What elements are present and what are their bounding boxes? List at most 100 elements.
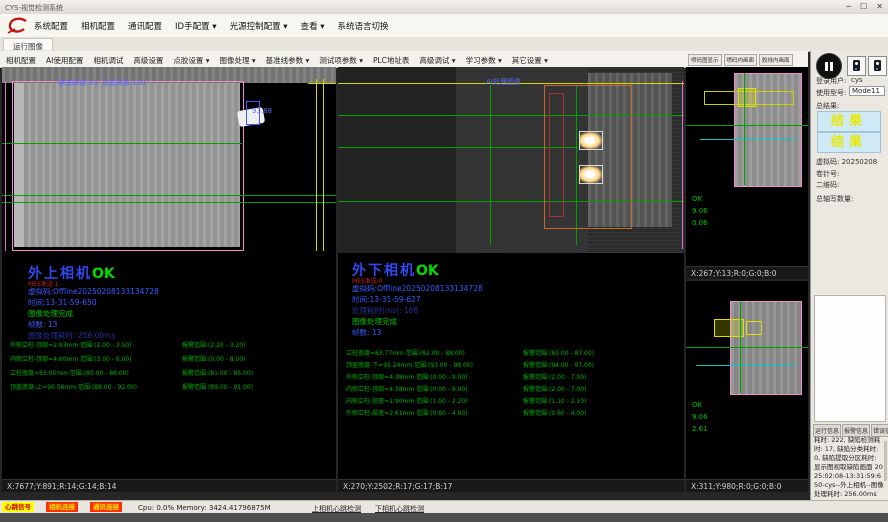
left-camera-panel: 静态阈值:93, 动态阈值:100 93.88 外上相机OK MES发送:1 虚… (2, 67, 336, 492)
comm-link-badge: 通讯连接 (90, 502, 122, 512)
probe-value-text: 93.88 (252, 107, 272, 115)
aux-tab-code-display[interactable]: 喷码图显示 (688, 54, 722, 66)
measure-row-alarm: 报警范围:(89.00 - 91.00) (182, 382, 253, 391)
green-measure-line (686, 347, 808, 348)
green-measure-line (490, 85, 491, 245)
cyan-measure-line (700, 139, 796, 140)
barcode-label: 虚拟码: 20250208 (816, 157, 877, 167)
result-list-box[interactable] (814, 295, 886, 422)
green-measure-line (2, 195, 336, 196)
tool-plc-address[interactable]: PLC地址表 (373, 55, 409, 66)
tool-image-processing[interactable]: 图像处理 ▾ (220, 55, 256, 66)
menu-item-light-config[interactable]: 光源控制配置 ▾ (230, 20, 288, 32)
aux-tab-code-view[interactable]: 喷码内画面 (724, 54, 758, 66)
left-camera-view[interactable]: 静态阈值:93, 动态阈值:100 93.88 (2, 67, 336, 253)
barcode-text: 虚拟码:Offline20250208133134728 (352, 283, 483, 294)
measure-row-alarm: 报警范围:(83.00 - 87.00) (523, 348, 594, 357)
defect-highlight-blob (579, 165, 603, 184)
tool-camera-config[interactable]: 相机配置 (6, 55, 36, 66)
menu-item-camera-config[interactable]: 相机配置 (81, 20, 115, 32)
green-measure-line (338, 147, 578, 148)
tool-ai-config[interactable]: AI使用配置 (46, 55, 83, 66)
menu-item-comm-config[interactable]: 通讯配置 (128, 20, 162, 32)
aux-top-panel: OK 9.06 0.06 X:267;Y:13;R:0;G:0;B:0 (686, 67, 808, 279)
process-status-text: 图像处理完成 (352, 316, 397, 327)
close-icon[interactable]: ✕ (876, 2, 883, 11)
aux-overlay-line: 9.06 (692, 413, 708, 421)
aux-overlay-line: OK (692, 401, 702, 409)
aux-view-header: 喷码图显示 喷码内画面 胶线内画面 (686, 51, 808, 68)
camera-icon (853, 60, 860, 71)
part-image-block (14, 83, 240, 247)
measure-row-alarm: 报警范围:(2.00 - 7.00) (523, 372, 586, 381)
frame-count-text: 帧数: 13 (28, 319, 57, 330)
log-text[interactable]: 耗时: 222, 缺陷检测耗时: 17, 缺陷分类耗时: 0, 缺陷提取分区耗时… (814, 436, 884, 499)
measure-row-alarm: 报警范围:(1.10 - 2.10) (523, 396, 586, 405)
model-input[interactable]: Mode11 (849, 86, 885, 96)
maximize-icon[interactable]: ☐ (860, 2, 867, 11)
pin-number-label: 卷针号: (816, 169, 839, 179)
tool-test-params[interactable]: 测试项参数 ▾ (319, 55, 363, 66)
aux-tab-glue-view[interactable]: 胶线内画面 (759, 54, 793, 66)
minimize-icon[interactable]: ─ (846, 2, 851, 11)
tool-advanced-debug[interactable]: 高级调试 ▾ (419, 55, 455, 66)
green-measure-line (338, 201, 684, 202)
menu-item-system-config[interactable]: 系统配置 (34, 20, 68, 32)
measure-row-text: 内侧立柱-胶宽=1.90mm 范围:(1.00 - 2.20) (346, 396, 468, 405)
tool-learn-params[interactable]: 学习参数 ▾ (466, 55, 502, 66)
tool-baseline-params[interactable]: 基准线参数 ▾ (266, 55, 310, 66)
measure-row-text: 立柱宽度=83.77mm 范围:(82.00 - 88.00) (346, 348, 465, 357)
pixel-coords-bar: X:311;Y:980;R:0;G:0;B:0 (686, 479, 808, 492)
defect-highlight-blob (579, 131, 603, 150)
total-count-label: 总轴写数量: (816, 194, 853, 204)
camera-snapshot-button-2[interactable] (868, 56, 887, 76)
aux-top-camera-view[interactable]: OK 9.06 0.06 (686, 67, 808, 266)
measure-row-alarm: 报警范围:(0.60 - 4.00) (523, 408, 586, 417)
result-ok-badge: OK (416, 263, 439, 279)
pixel-coords-bar: X:270;Y:2502;R:17;G:17;B:17 (338, 479, 684, 492)
measure-row-text: 内侧立柱-顶部=4.60mm 范围:(3.00 - 6.00) (10, 354, 132, 363)
toolbar-items: 相机配置 AI使用配置 相机调试 高级设置 点胶设置 ▾ 图像处理 ▾ 基准线参… (6, 55, 548, 66)
aux-bottom-camera-view[interactable]: OK 9.06 2.61 (686, 281, 808, 479)
yellow-guide-line (308, 83, 336, 84)
measure-row-text: 立柱宽度=83.05mm 范围:(80.00 - 86.00) (10, 368, 129, 377)
barcode-text: 虚拟码:Offline20250208133134728 (28, 286, 159, 297)
menu-item-view[interactable]: 查看 ▾ (301, 20, 325, 32)
green-measure-line (740, 301, 741, 393)
tool-advanced-settings[interactable]: 高级设置 (133, 55, 163, 66)
time-text: 时间:13-31-59-627 (352, 294, 421, 305)
camera-link-badge: 相机连接 (46, 502, 78, 512)
status-bar: 心跳信号 相机连接 通讯连接 Cpu: 0.0% Memory: 3424.41… (0, 500, 888, 514)
center-camera-view[interactable]: AI处理图像 (338, 67, 684, 253)
log-scrollbar[interactable] (884, 441, 887, 481)
pixel-coords-bar: X:267;Y:13;R:0;G:0;B:0 (686, 266, 808, 279)
tool-glue-settings[interactable]: 点胶设置 ▾ (173, 55, 209, 66)
threshold-overlay-text: 静态阈值:93, 动态阈值:100 (58, 78, 145, 88)
ai-process-label: AI处理图像 (486, 77, 521, 87)
pause-icon (830, 62, 833, 71)
tool-other-settings[interactable]: 其它设置 ▾ (512, 55, 548, 66)
qr-code-label: 二维码: (816, 180, 839, 190)
menu-item-id-config[interactable]: ID手配置 ▾ (175, 20, 217, 32)
aux-overlay-line: 2.61 (692, 425, 708, 433)
toolbar: 相机配置 AI使用配置 相机调试 高级设置 点胶设置 ▾ 图像处理 ▾ 基准线参… (0, 51, 686, 68)
app-logo-icon (6, 16, 30, 35)
camera-snapshot-button[interactable] (847, 56, 866, 76)
menu-item-language[interactable]: 系统语言切换 (338, 20, 389, 32)
part-edge-highlight (14, 83, 24, 247)
tab-run-image[interactable]: 运行图像 (3, 38, 53, 50)
model-label: 使用型号: (816, 88, 846, 98)
aux-overlay-line: 9.06 (692, 207, 708, 215)
green-measure-line (338, 115, 684, 116)
measure-row-alarm: 报警范围:(2.00 - 7.00) (523, 384, 586, 393)
bottom-edge-strip (0, 513, 888, 522)
measure-row-text: 外侧立柱-顶部=2.93mm 范围:(2.00 - 3.50) (10, 340, 132, 349)
green-measure-line (2, 202, 336, 203)
login-user-label: 登录用户: (816, 76, 846, 86)
red-roi-box (549, 93, 564, 217)
measure-row-alarm: 报警范围:(81.00 - 85.00) (182, 368, 253, 377)
total-result-label: 总结果: (816, 101, 839, 111)
yellow-detect-box (738, 88, 756, 107)
aux-overlay-line: OK (692, 195, 702, 203)
tool-camera-debug[interactable]: 相机调试 (93, 55, 123, 66)
